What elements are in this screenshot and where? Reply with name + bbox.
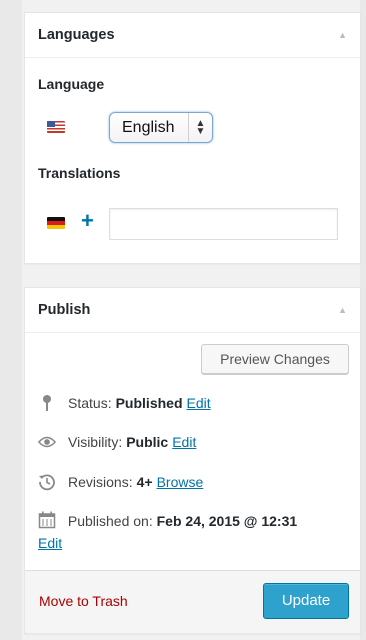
publish-box: Publish ▲ Preview Changes Status: Publis… — [24, 287, 361, 634]
status-value: Published — [115, 395, 183, 411]
revisions-row: Revisions: 4+ Browse — [38, 473, 203, 491]
pin-icon — [38, 394, 56, 412]
flag-us-icon — [47, 121, 65, 133]
published-on-row: Published on: Feb 24, 2015 @ 12:31 Edit — [38, 511, 348, 553]
collapse-arrow-icon[interactable]: ▲ — [338, 30, 347, 40]
languages-box: Languages ▲ Language English ▲ ▼ Translat… — [24, 12, 361, 264]
status-edit-link[interactable]: Edit — [187, 395, 211, 411]
visibility-edit-link[interactable]: Edit — [172, 434, 196, 450]
status-row: Status: Published Edit — [38, 394, 211, 412]
add-translation-plus-icon[interactable]: + — [81, 210, 94, 232]
revisions-value: 4+ — [136, 474, 153, 490]
language-select-value: English — [122, 118, 175, 136]
language-select[interactable]: English ▲ ▼ — [109, 112, 213, 143]
language-label: Language — [38, 76, 105, 92]
publish-actions: Move to Trash Update — [25, 570, 360, 633]
languages-box-title: Languages — [38, 27, 115, 43]
left-edge — [0, 0, 22, 640]
publish-box-header[interactable]: Publish ▲ — [25, 288, 360, 333]
languages-box-header[interactable]: Languages ▲ — [25, 13, 360, 58]
move-to-trash-link[interactable]: Move to Trash — [39, 593, 128, 609]
revisions-browse-link[interactable]: Browse — [157, 474, 204, 490]
translations-label: Translations — [38, 165, 121, 181]
calendar-icon — [38, 511, 56, 534]
visibility-label: Visibility: — [68, 434, 123, 450]
published-on-edit-link[interactable]: Edit — [38, 535, 62, 551]
flag-de-icon — [47, 217, 65, 229]
translation-input[interactable] — [109, 208, 338, 240]
published-on-label: Published on: — [67, 513, 153, 529]
status-label: Status: — [68, 395, 112, 411]
history-clock-icon — [38, 473, 56, 491]
visibility-value: Public — [126, 434, 169, 450]
collapse-arrow-icon[interactable]: ▲ — [338, 305, 347, 315]
publish-box-title: Publish — [38, 302, 91, 318]
update-button[interactable]: Update — [263, 583, 349, 619]
revisions-label: Revisions: — [68, 474, 133, 490]
published-on-value: Feb 24, 2015 @ 12:31 — [156, 513, 298, 529]
select-arrows-icon: ▲ ▼ — [188, 113, 212, 142]
preview-changes-button[interactable]: Preview Changes — [201, 344, 349, 374]
visibility-row: Visibility: Public Edit — [38, 433, 196, 451]
eye-icon — [38, 433, 56, 451]
